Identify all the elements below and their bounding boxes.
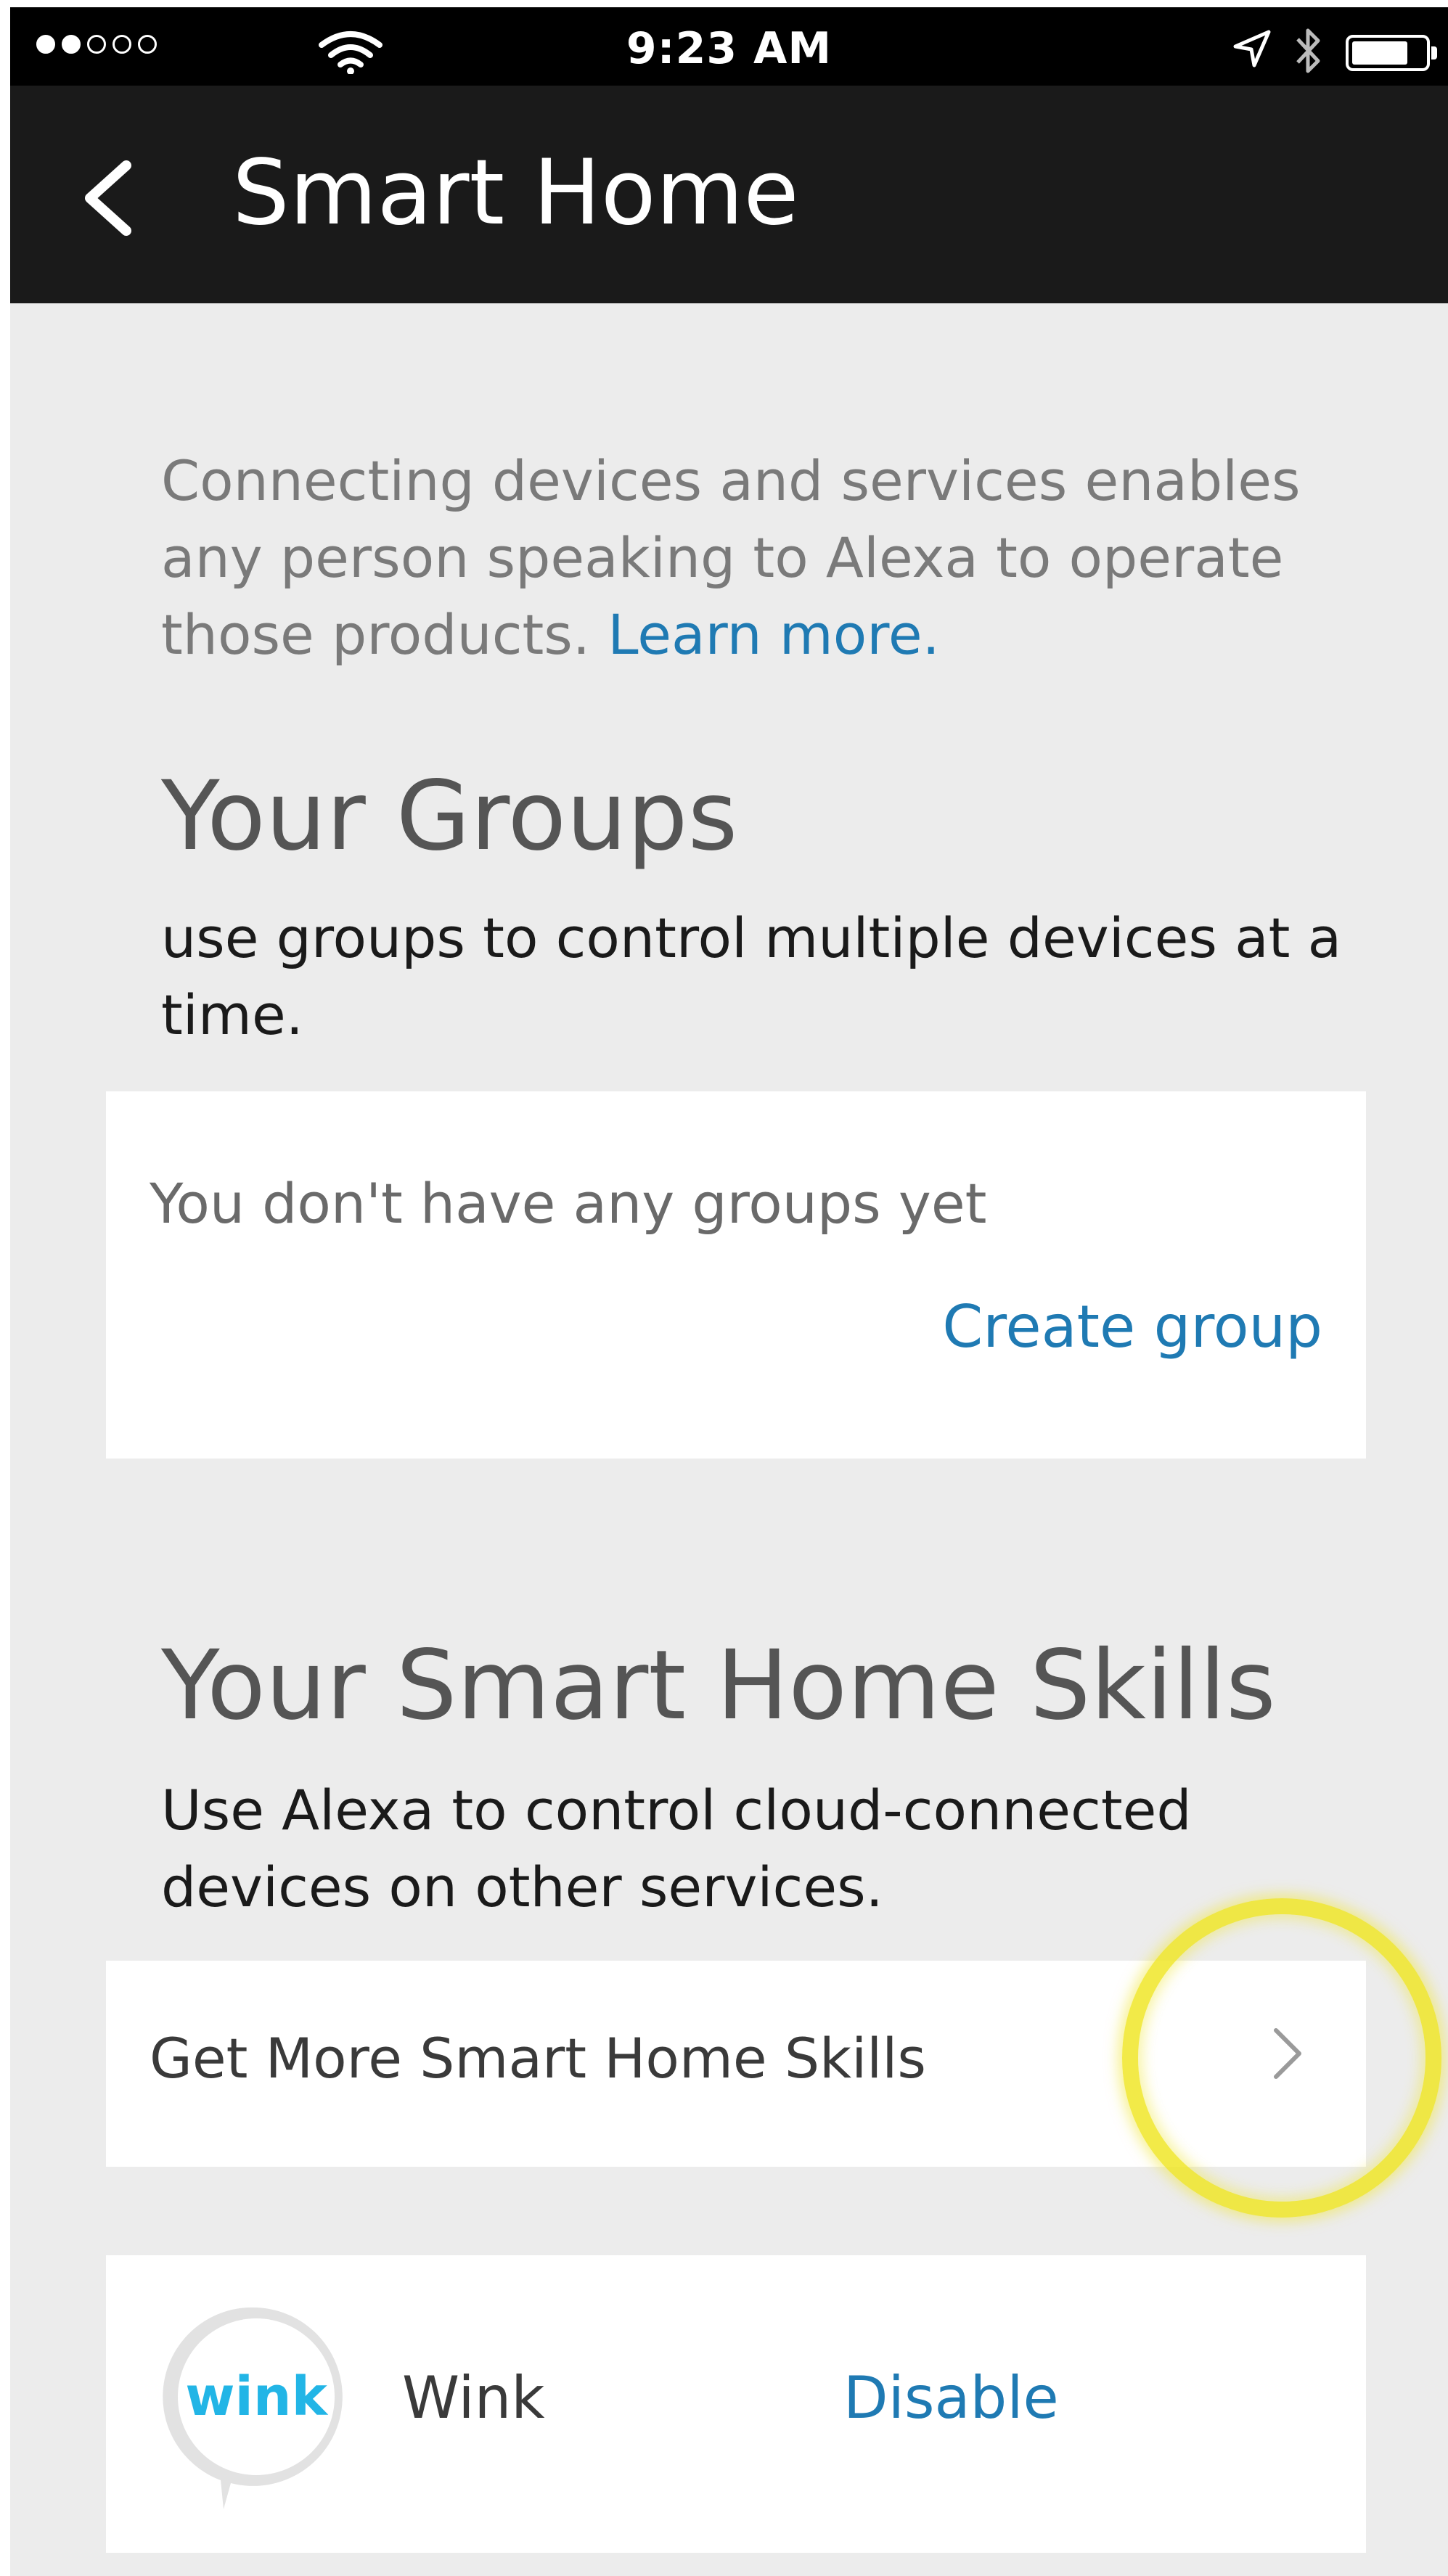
groups-description: use groups to control multiple devices a… <box>161 906 1342 1047</box>
battery-icon <box>1346 35 1437 71</box>
nav-bar: Smart Home <box>10 86 1448 303</box>
skill-item-wink: wink Wink Disable <box>106 2255 1366 2553</box>
get-more-skills-row[interactable]: Get More Smart Home Skills <box>106 1961 1366 2167</box>
location-arrow-icon <box>1233 30 1271 67</box>
wink-logo-icon: wink <box>163 2307 343 2509</box>
learn-more-link[interactable]: Learn more. <box>608 602 940 667</box>
status-bar: 9:23 AM <box>10 7 1448 86</box>
skills-description: Use Alexa to control cloud-connected dev… <box>161 1778 1192 1919</box>
get-more-skills-label: Get More Smart Home Skills <box>150 2026 927 2091</box>
bluetooth-icon <box>1296 28 1320 73</box>
disable-button[interactable]: Disable <box>843 2364 1059 2432</box>
chevron-left-icon[interactable] <box>75 158 141 238</box>
skill-name: Wink <box>402 2364 545 2432</box>
groups-card: You don't have any groups yet Create gro… <box>106 1091 1366 1459</box>
skills-title: Your Smart Home Skills <box>161 1630 1276 1742</box>
create-group-button[interactable]: Create group <box>942 1293 1322 1361</box>
groups-title: Your Groups <box>161 760 738 872</box>
svg-text:wink: wink <box>185 2366 328 2428</box>
chevron-right-icon <box>1274 2028 1301 2079</box>
page-title: Smart Home <box>232 141 799 245</box>
app-screen: 9:23 AM Smart Home Connecting devices an… <box>10 7 1448 2576</box>
no-groups-text: You don't have any groups yet <box>150 1171 987 1236</box>
intro-text: Connecting devices and services enables … <box>161 443 1395 673</box>
